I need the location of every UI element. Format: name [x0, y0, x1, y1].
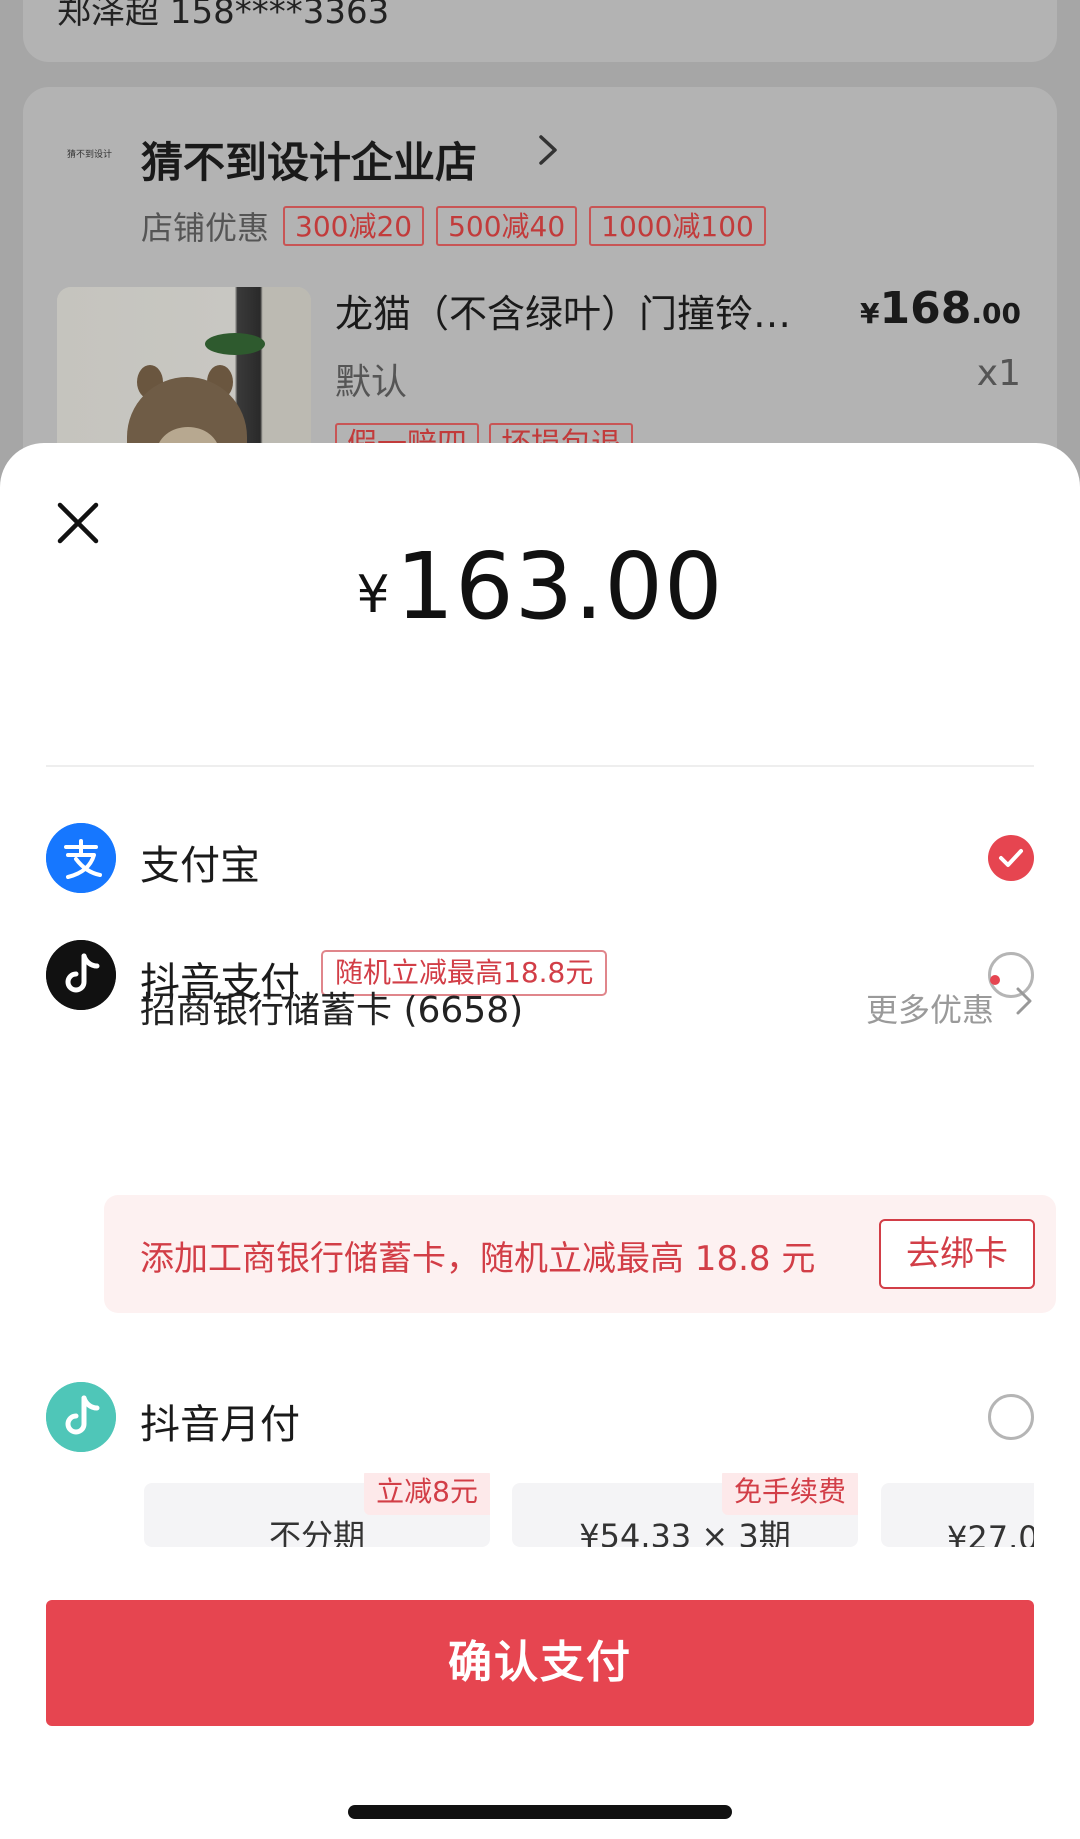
amount-value: 163.00 — [395, 533, 724, 640]
chevron-right-icon — [1016, 987, 1032, 1015]
payment-label: 抖音月付 — [140, 1402, 300, 1448]
douyin-monthly-icon — [46, 1382, 116, 1452]
order-page-background: 郑泽超 158****3363 猜不到设计 猜不到设计企业店 店铺优惠 300减… — [0, 0, 1080, 460]
more-offers-link[interactable]: 更多优惠 — [866, 985, 994, 1031]
payment-option-douyin-monthly[interactable]: 抖音月付 — [46, 1382, 1034, 1454]
shop-logo: 猜不到设计 — [67, 150, 113, 160]
product-quantity: x1 — [976, 353, 1021, 394]
bind-card-banner: 添加工商银行储蓄卡，随机立减最高 18.8 元 去绑卡 — [104, 1195, 1056, 1313]
radio-unselected[interactable] — [988, 1394, 1034, 1440]
installment-option[interactable]: ¥27.0 — [881, 1483, 1034, 1547]
installment-label: ¥27.0 — [947, 1519, 1034, 1547]
bank-card-name: 招商银行储蓄卡 (6658) — [140, 990, 524, 1031]
bind-card-text: 添加工商银行储蓄卡，随机立减最高 18.8 元 — [140, 1239, 816, 1279]
installment-options: 立减8元 不分期 免手续费 ¥54.33 × 3期 ¥27.0 — [144, 1473, 1034, 1547]
payment-option-alipay[interactable]: 支付宝 — [46, 823, 1034, 895]
confirm-payment-button[interactable]: 确认支付 — [46, 1600, 1034, 1726]
product-image — [57, 287, 311, 460]
address-card: 郑泽超 158****3363 — [23, 0, 1057, 62]
shop-name: 猜不到设计企业店 — [141, 138, 478, 187]
alipay-icon — [46, 823, 116, 893]
installment-option[interactable]: 立减8元 不分期 — [144, 1473, 490, 1547]
home-indicator[interactable] — [348, 1805, 732, 1819]
installment-label: ¥54.33 × 3期 — [579, 1517, 791, 1547]
radio-selected[interactable] — [988, 835, 1034, 881]
promotions-label: 店铺优惠 — [141, 209, 270, 247]
douyin-icon — [46, 940, 116, 1010]
checkmark-icon — [999, 849, 1023, 867]
notification-dot — [990, 975, 1000, 985]
bank-card-row[interactable]: 招商银行储蓄卡 (6658) 更多优惠 — [140, 973, 1034, 1033]
promotion-tag: 300减20 — [283, 206, 425, 246]
installment-badge: 免手续费 — [721, 1473, 858, 1515]
installment-option[interactable]: 免手续费 ¥54.33 × 3期 — [512, 1473, 858, 1547]
installment-label: 不分期 — [268, 1517, 365, 1547]
payment-sheet: ¥163.00 支付宝 抖音支付 随机立减最高18.8元 招商银行储蓄卡 (66… — [0, 443, 1080, 1839]
payment-label: 支付宝 — [140, 843, 260, 889]
order-card: 猜不到设计 猜不到设计企业店 店铺优惠 300减20 500减40 1000减1… — [23, 87, 1057, 460]
installment-badge: 立减8元 — [364, 1473, 490, 1515]
product-price: ¥168.00 — [860, 283, 1021, 334]
address-line: 郑泽超 158****3363 — [57, 0, 390, 32]
payment-amount: ¥163.00 — [0, 533, 1080, 640]
product-variant: 默认 — [335, 362, 408, 403]
bind-card-button[interactable]: 去绑卡 — [879, 1219, 1035, 1289]
divider — [46, 765, 1034, 767]
product-title: 龙猫（不含绿叶）门撞铃… — [335, 292, 792, 336]
amount-currency: ¥ — [356, 565, 390, 625]
shop-promotions: 店铺优惠 300减20 500减40 1000减100 — [141, 205, 778, 247]
promotion-tag: 500减40 — [436, 206, 578, 246]
promotion-tag: 1000减100 — [589, 206, 766, 246]
chevron-right-icon — [539, 135, 557, 165]
